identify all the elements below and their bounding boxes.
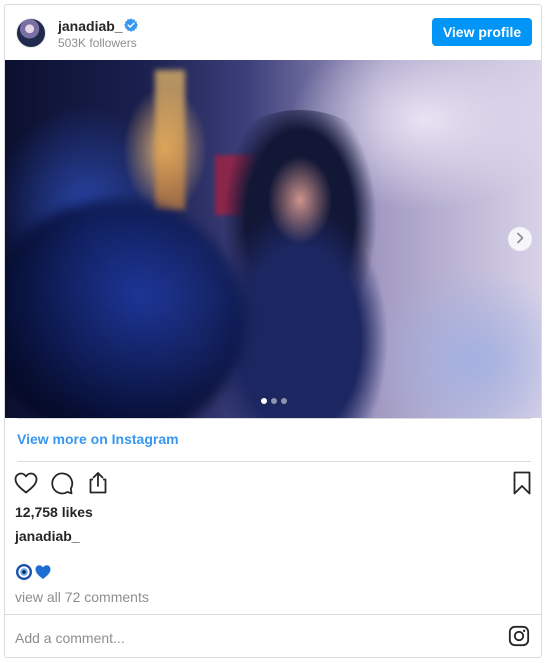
instagram-logo-icon[interactable] xyxy=(508,625,530,647)
actions-divider xyxy=(17,461,531,462)
avatar[interactable] xyxy=(16,18,46,48)
comment-icon[interactable] xyxy=(49,470,75,496)
blue-eye-emoji xyxy=(16,564,32,580)
share-icon[interactable] xyxy=(85,470,111,496)
verified-badge-icon xyxy=(124,18,138,32)
view-all-comments-link[interactable]: view all 72 comments xyxy=(15,589,149,605)
username[interactable]: janadiab_ xyxy=(58,18,123,34)
likes-count[interactable]: 12,758 likes xyxy=(15,504,93,520)
chevron-right-icon xyxy=(517,232,524,244)
blue-heart-emoji xyxy=(35,565,51,579)
carousel-next-button[interactable] xyxy=(508,227,532,251)
view-profile-button[interactable]: View profile xyxy=(432,18,532,46)
heart-icon[interactable] xyxy=(13,470,39,496)
post-header: janadiab_ 503K followers View profile xyxy=(5,5,541,60)
caption-username[interactable]: janadiab_ xyxy=(15,528,80,544)
followers-count: 503K followers xyxy=(58,36,137,50)
carousel-indicator xyxy=(5,398,541,404)
photo-lamp-glow xyxy=(155,70,185,210)
carousel-dot xyxy=(271,398,277,404)
view-more-link[interactable]: View more on Instagram xyxy=(17,431,179,447)
comment-box-divider xyxy=(5,614,541,615)
carousel-dot xyxy=(261,398,267,404)
instagram-embed-card: janadiab_ 503K followers View profile Vi… xyxy=(4,4,542,658)
photo-bottom-divider xyxy=(17,418,531,419)
add-comment-input[interactable]: Add a comment... xyxy=(15,630,125,646)
post-photo[interactable] xyxy=(5,60,541,418)
carousel-dot xyxy=(281,398,287,404)
bookmark-icon[interactable] xyxy=(509,470,535,496)
